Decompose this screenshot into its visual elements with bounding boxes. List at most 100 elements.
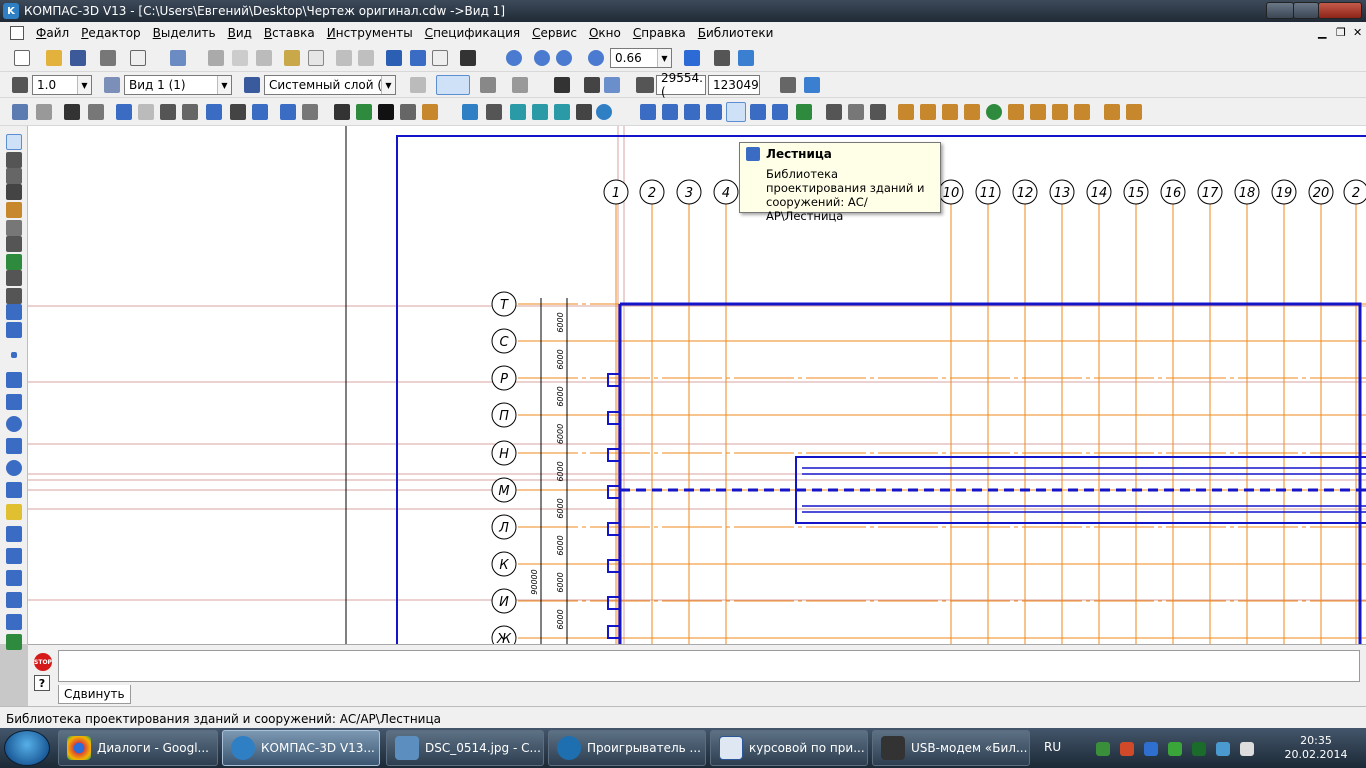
- layer-icon[interactable]: [244, 77, 260, 93]
- undo-icon[interactable]: [336, 50, 352, 66]
- library-icon-2[interactable]: [486, 104, 502, 120]
- library-icon-7[interactable]: [640, 104, 656, 120]
- tree-icon[interactable]: [386, 50, 402, 66]
- new-document-icon[interactable]: [14, 50, 30, 66]
- tool-icon-3[interactable]: [64, 104, 80, 120]
- zoom-window-icon[interactable]: [506, 50, 522, 66]
- library-icon-9[interactable]: [684, 104, 700, 120]
- library-icon-10[interactable]: [706, 104, 722, 120]
- library-icon-1[interactable]: [462, 104, 478, 120]
- format-brush-icon[interactable]: [284, 50, 300, 66]
- library-icon-6[interactable]: [576, 104, 592, 120]
- mdi-close-icon[interactable]: ✕: [1353, 26, 1362, 39]
- library-icon-15[interactable]: [848, 104, 864, 120]
- antivirus-tray-icon[interactable]: [1120, 742, 1134, 756]
- properties-panel-icon[interactable]: [780, 77, 796, 93]
- rectangle-icon[interactable]: [6, 614, 22, 630]
- parameters-icon[interactable]: [410, 77, 426, 93]
- close-button[interactable]: [1318, 2, 1362, 19]
- mdi-restore-icon[interactable]: ❐: [1336, 26, 1346, 39]
- tool-tab-icon[interactable]: [6, 304, 22, 320]
- tool-icon-13[interactable]: [302, 104, 318, 120]
- library-icon-5[interactable]: [554, 104, 570, 120]
- zoom-in-icon[interactable]: [534, 50, 550, 66]
- coord-y-field[interactable]: 123049: [708, 75, 760, 95]
- drawing-canvas[interactable]: 6000600060006000600060006000600060006000…: [28, 126, 1366, 644]
- zoom-scale-icon[interactable]: [588, 50, 604, 66]
- library-icon-13[interactable]: [796, 104, 812, 120]
- geometry-tab-icon[interactable]: [6, 134, 22, 150]
- round-mode-icon[interactable]: [604, 77, 620, 93]
- refresh-icon[interactable]: [738, 50, 754, 66]
- ortho-mode-icon[interactable]: [584, 77, 600, 93]
- move-tab[interactable]: Сдвинуть: [58, 685, 131, 704]
- manager-icon[interactable]: [170, 50, 186, 66]
- library-icon-12[interactable]: [772, 104, 788, 120]
- library-icon-17[interactable]: [898, 104, 914, 120]
- clock[interactable]: 20:35 20.02.2014: [1276, 734, 1356, 762]
- library-icon-20[interactable]: [964, 104, 980, 120]
- tool-icon-8[interactable]: [182, 104, 198, 120]
- task-image-viewer[interactable]: DSC_0514.jpg - С...: [386, 730, 544, 766]
- tool-icon-10[interactable]: [230, 104, 246, 120]
- tool-icon-12[interactable]: [280, 104, 296, 120]
- spline-icon[interactable]: [6, 482, 22, 498]
- ortho-icon[interactable]: [480, 77, 496, 93]
- task-usb-modem[interactable]: USB-модем «Бил...: [872, 730, 1030, 766]
- menu-libraries[interactable]: Библиотеки: [692, 26, 780, 40]
- measure-tab-icon[interactable]: [6, 220, 22, 236]
- tool-icon-4[interactable]: [88, 104, 104, 120]
- task-media-player[interactable]: Проигрыватель ...: [548, 730, 706, 766]
- menu-file[interactable]: Файл: [30, 26, 75, 40]
- tool-icon-16[interactable]: [378, 104, 394, 120]
- grid-icon[interactable]: [512, 77, 528, 93]
- view-combo[interactable]: Вид 1 (1) ▼: [124, 75, 232, 95]
- nvidia-tray-icon[interactable]: [1168, 742, 1182, 756]
- select-tab-icon[interactable]: [6, 236, 22, 252]
- redraw-icon[interactable]: [804, 77, 820, 93]
- library-icon-8[interactable]: [662, 104, 678, 120]
- zoom-combo[interactable]: 0.66 ▼: [610, 48, 672, 68]
- local-cs-icon[interactable]: [554, 77, 570, 93]
- step-combo[interactable]: 1.0 ▼: [32, 75, 92, 95]
- menu-window[interactable]: Окно: [583, 26, 627, 40]
- network-tray-icon[interactable]: [1096, 742, 1110, 756]
- menu-service[interactable]: Сервис: [526, 26, 583, 40]
- chevron-down-icon[interactable]: ▼: [77, 76, 91, 94]
- circle-icon[interactable]: [6, 416, 22, 432]
- print-icon[interactable]: [100, 50, 116, 66]
- chevron-down-icon[interactable]: ▼: [217, 76, 231, 94]
- tool-icon-5[interactable]: [116, 104, 132, 120]
- library-icon-16[interactable]: [870, 104, 886, 120]
- view-icon[interactable]: [104, 77, 120, 93]
- menu-specification[interactable]: Спецификация: [419, 26, 526, 40]
- menu-view[interactable]: Вид: [222, 26, 258, 40]
- auxiliary-line-icon[interactable]: [6, 372, 22, 388]
- mdi-minimize-icon[interactable]: ▁: [1318, 26, 1326, 39]
- library-icon-24[interactable]: [1074, 104, 1090, 120]
- menu-editor[interactable]: Редактор: [75, 26, 146, 40]
- task-kompas[interactable]: КОМПАС-3D V13...: [222, 730, 380, 766]
- tool-icon-9[interactable]: [206, 104, 222, 120]
- library-icon-26[interactable]: [1126, 104, 1142, 120]
- copy-icon[interactable]: [232, 50, 248, 66]
- edit-tab-icon[interactable]: [6, 184, 22, 200]
- language-indicator[interactable]: RU: [1044, 740, 1061, 754]
- spec-tab-icon[interactable]: [6, 254, 22, 270]
- dimensions-tab-icon[interactable]: [6, 152, 22, 168]
- modem-tray-icon[interactable]: [1192, 742, 1206, 756]
- tool-icon-7[interactable]: [160, 104, 176, 120]
- properties-icon[interactable]: [308, 50, 324, 66]
- stairs-icon[interactable]: [726, 102, 746, 122]
- tool-icon-15[interactable]: [356, 104, 372, 120]
- help-icon[interactable]: ?: [34, 675, 50, 691]
- ellipse-icon[interactable]: [6, 460, 22, 476]
- chevron-down-icon[interactable]: ▼: [657, 49, 671, 67]
- snap-step-icon[interactable]: [12, 77, 28, 93]
- library-icon-18[interactable]: [920, 104, 936, 120]
- document-icon[interactable]: [10, 26, 24, 40]
- tree-library-icon[interactable]: [986, 104, 1002, 120]
- pan-icon[interactable]: [684, 50, 700, 66]
- bezier-icon[interactable]: [6, 548, 22, 564]
- library-icon-11[interactable]: [750, 104, 766, 120]
